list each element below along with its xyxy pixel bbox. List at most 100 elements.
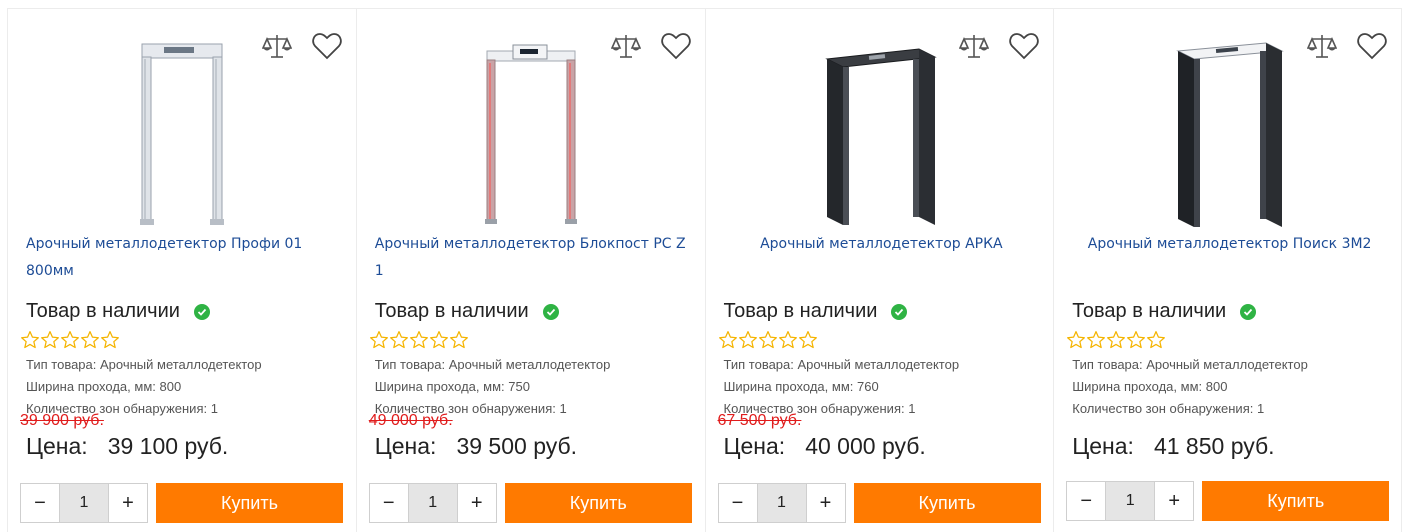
star-outline-icon[interactable] [718, 330, 738, 350]
price-label: Цена: [723, 433, 786, 459]
qty-plus-button[interactable]: + [109, 484, 147, 522]
qty-minus-button[interactable]: − [718, 484, 757, 522]
product-card: Арочный металлодетектор Поиск 3М2 Товар … [1053, 8, 1402, 532]
star-outline-icon[interactable] [778, 330, 798, 350]
product-card: Арочный металлодетектор АРКА Товар в нал… [704, 8, 1054, 532]
old-price: 39 900 руб. [20, 412, 104, 429]
buy-button[interactable]: Купить [1202, 481, 1390, 521]
product-properties: Тип товара: Арочный металлодетектор Шири… [1072, 354, 1308, 420]
star-outline-icon[interactable] [369, 330, 389, 350]
qty-input[interactable]: 1 [407, 484, 458, 522]
product-properties: Тип товара: Арочный металлодетектор Шири… [724, 354, 960, 420]
check-circle-icon [1240, 303, 1257, 320]
scales-icon[interactable] [609, 29, 643, 63]
price-value: 39 500 руб. [456, 433, 578, 459]
price: Цена: 41 850 руб. [1072, 433, 1274, 460]
stock-status: Товар в наличии [1072, 300, 1257, 323]
stock-label: Товар в наличии [26, 300, 180, 322]
product-title[interactable]: Арочный металлодетектор Профи 01 800мм [26, 231, 342, 285]
check-circle-icon [193, 303, 210, 320]
price: Цена: 39 100 руб. [26, 433, 228, 460]
star-outline-icon[interactable] [429, 330, 449, 350]
star-outline-icon[interactable] [389, 330, 409, 350]
price: Цена: 40 000 руб. [724, 433, 926, 460]
scales-icon[interactable] [957, 29, 991, 63]
quantity-stepper: − 1 + [20, 483, 148, 523]
price-value: 39 100 руб. [107, 433, 229, 459]
star-outline-icon[interactable] [20, 330, 40, 350]
qty-minus-button[interactable]: − [1067, 482, 1106, 520]
price-label: Цена: [1072, 433, 1134, 459]
prop-type: Тип товара: Арочный металлодетектор [723, 357, 960, 372]
qty-minus-button[interactable]: − [21, 484, 59, 522]
stock-label: Товар в наличии [1072, 300, 1227, 322]
price: Цена: 39 500 руб. [375, 433, 577, 460]
check-circle-icon [891, 303, 908, 320]
star-outline-icon[interactable] [409, 330, 429, 350]
star-outline-icon[interactable] [1126, 330, 1146, 350]
product-title[interactable]: Арочный металлодетектор Блокпост PC Z 1 [375, 231, 691, 285]
price-label: Цена: [26, 433, 88, 459]
scales-icon[interactable] [1305, 29, 1339, 63]
star-outline-icon[interactable] [758, 330, 778, 350]
qty-input[interactable]: 1 [756, 484, 807, 522]
stock-label: Товар в наличии [723, 300, 878, 322]
prop-width: Ширина прохода, мм: 750 [374, 379, 530, 394]
buy-button[interactable]: Купить [853, 483, 1041, 523]
prop-type: Тип товара: Арочный металлодетектор [26, 357, 262, 372]
star-outline-icon[interactable] [1066, 330, 1086, 350]
buy-button[interactable]: Купить [504, 483, 692, 523]
star-outline-icon[interactable] [1146, 330, 1166, 350]
prop-type: Тип товара: Арочный металлодетектор [374, 357, 611, 372]
product-card: Арочный металлодетектор Профи 01 800мм Т… [7, 8, 356, 532]
star-outline-icon[interactable] [1086, 330, 1106, 350]
star-outline-icon[interactable] [738, 330, 758, 350]
qty-input[interactable]: 1 [1105, 482, 1156, 520]
qty-plus-button[interactable]: + [457, 484, 496, 522]
heart-icon[interactable] [310, 29, 344, 63]
stock-status: Товар в наличии [26, 300, 210, 323]
star-outline-icon[interactable] [40, 330, 60, 350]
rating-stars[interactable] [20, 330, 120, 350]
prop-width: Ширина прохода, мм: 760 [723, 379, 879, 394]
heart-icon[interactable] [1355, 29, 1389, 63]
rating-stars[interactable] [1066, 330, 1166, 350]
qty-input[interactable]: 1 [59, 484, 109, 522]
check-circle-icon [542, 303, 559, 320]
heart-icon[interactable] [659, 29, 693, 63]
prop-width: Ширина прохода, мм: 800 [26, 379, 182, 394]
star-outline-icon[interactable] [100, 330, 120, 350]
quantity-stepper: − 1 + [1066, 481, 1195, 521]
price-value: 41 850 руб. [1153, 433, 1275, 459]
buy-button[interactable]: Купить [156, 483, 343, 523]
product-properties: Тип товара: Арочный металлодетектор Шири… [375, 354, 611, 420]
stock-status: Товар в наличии [724, 300, 908, 323]
qty-plus-button[interactable]: + [1155, 482, 1194, 520]
qty-minus-button[interactable]: − [369, 484, 408, 522]
qty-plus-button[interactable]: + [806, 484, 845, 522]
star-outline-icon[interactable] [798, 330, 818, 350]
star-outline-icon[interactable] [1106, 330, 1126, 350]
product-properties: Тип товара: Арочный металлодетектор Шири… [26, 354, 262, 420]
scales-icon[interactable] [260, 29, 294, 63]
product-title[interactable]: Арочный металлодетектор АРКА [724, 231, 1040, 258]
rating-stars[interactable] [369, 330, 469, 350]
price-value: 40 000 руб. [805, 433, 926, 459]
old-price: 49 000 руб. [368, 412, 453, 429]
stock-status: Товар в наличии [375, 300, 559, 323]
prop-type: Тип товара: Арочный металлодетектор [1072, 357, 1308, 372]
stock-label: Товар в наличии [374, 300, 529, 322]
star-outline-icon[interactable] [80, 330, 100, 350]
product-grid: Арочный металлодетектор Профи 01 800мм Т… [7, 8, 1402, 532]
old-price: 67 500 руб. [717, 412, 802, 429]
rating-stars[interactable] [718, 330, 818, 350]
star-outline-icon[interactable] [60, 330, 80, 350]
product-title[interactable]: Арочный металлодетектор Поиск 3М2 [1072, 231, 1387, 258]
heart-icon[interactable] [1007, 29, 1041, 63]
price-label: Цена: [374, 433, 437, 459]
star-outline-icon[interactable] [449, 330, 469, 350]
quantity-stepper: − 1 + [368, 483, 497, 523]
quantity-stepper: − 1 + [717, 483, 846, 523]
prop-zones: Количество зон обнаружения: 1 [1072, 401, 1265, 416]
product-card: Арочный металлодетектор Блокпост PC Z 1 … [355, 8, 705, 532]
